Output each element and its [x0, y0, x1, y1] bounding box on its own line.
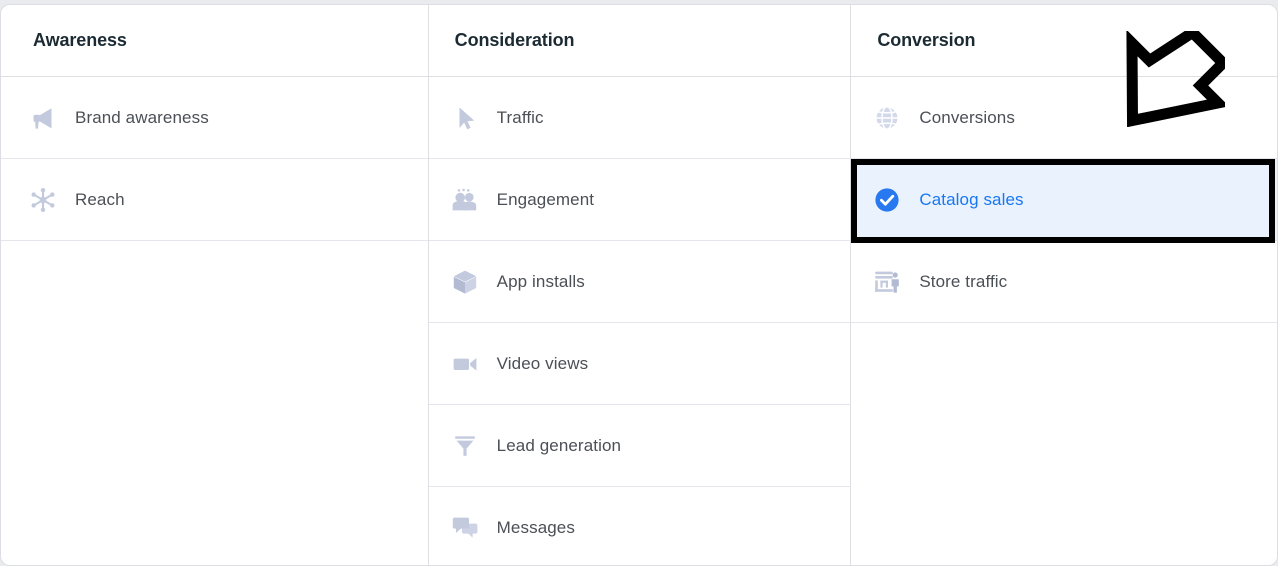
objective-column-awareness: Awareness Brand awareness: [1, 5, 428, 565]
objective-column-conversion: Conversion Conversions: [850, 5, 1277, 565]
objective-option-label: Messages: [485, 518, 575, 538]
objective-option-traffic[interactable]: Traffic: [429, 77, 851, 159]
objective-option-store-traffic[interactable]: Store traffic: [851, 241, 1277, 323]
objective-option-label: Catalog sales: [907, 190, 1023, 210]
column-header-consideration: Consideration: [429, 5, 851, 77]
objective-option-label: Brand awareness: [63, 108, 209, 128]
objective-option-label: Reach: [63, 190, 125, 210]
objective-option-catalog-sales[interactable]: Catalog sales: [851, 159, 1277, 241]
funnel-icon: [445, 426, 485, 466]
objective-option-label: App installs: [485, 272, 585, 292]
objective-option-label: Video views: [485, 354, 589, 374]
objective-option-video-views[interactable]: Video views: [429, 323, 851, 405]
check-circle-icon: [867, 180, 907, 220]
objective-option-app-installs[interactable]: App installs: [429, 241, 851, 323]
video-camera-icon: [445, 344, 485, 384]
people-engagement-icon: [445, 180, 485, 220]
cursor-arrow-icon: [445, 98, 485, 138]
column-header-conversion: Conversion: [851, 5, 1277, 77]
objective-option-reach[interactable]: Reach: [1, 159, 428, 241]
objective-column-consideration: Consideration Traffic: [428, 5, 851, 565]
globe-icon: [867, 98, 907, 138]
objective-option-conversions[interactable]: Conversions: [851, 77, 1277, 159]
chat-bubbles-icon: [445, 508, 485, 548]
objective-option-engagement[interactable]: Engagement: [429, 159, 851, 241]
objective-option-label: Engagement: [485, 190, 594, 210]
objective-option-label: Lead generation: [485, 436, 621, 456]
objective-option-label: Store traffic: [907, 272, 1007, 292]
objective-option-label: Conversions: [907, 108, 1015, 128]
column-header-awareness: Awareness: [1, 5, 428, 77]
reach-burst-icon: [23, 180, 63, 220]
objective-option-label: Traffic: [485, 108, 544, 128]
objective-columns: Awareness Brand awareness: [1, 5, 1277, 565]
objective-option-messages[interactable]: Messages: [429, 487, 851, 566]
objective-option-brand-awareness[interactable]: Brand awareness: [1, 77, 428, 159]
cube-box-icon: [445, 262, 485, 302]
storefront-person-icon: [867, 262, 907, 302]
megaphone-icon: [23, 98, 63, 138]
campaign-objective-card: Awareness Brand awareness: [0, 4, 1278, 566]
objective-option-lead-generation[interactable]: Lead generation: [429, 405, 851, 487]
